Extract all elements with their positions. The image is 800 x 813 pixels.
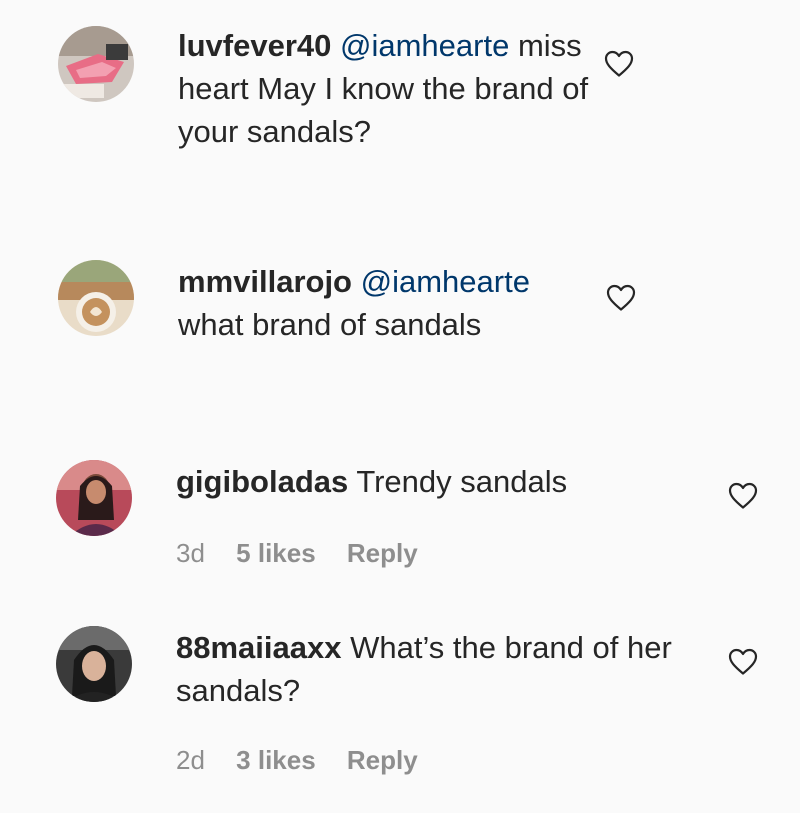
comment-text: 88maiiaaxx What’s the brand of her sanda…	[176, 626, 676, 712]
comment-time[interactable]: 2d	[176, 745, 205, 775]
comment-mention[interactable]: @iamhearte	[361, 264, 530, 299]
avatar[interactable]	[58, 26, 134, 102]
avatar[interactable]	[58, 260, 134, 336]
comment-likes[interactable]: 5 likes	[236, 538, 316, 568]
comment-body: Trendy sandals	[356, 464, 568, 499]
avatar[interactable]	[56, 460, 132, 536]
comment-username[interactable]: 88maiiaaxx	[176, 630, 341, 665]
comment-body: what brand of sandals	[178, 307, 482, 342]
comment-text: mmvillarojo @iamhearte what brand of san…	[178, 260, 638, 346]
comment-mention[interactable]: @iamhearte	[340, 28, 509, 63]
comment-meta: 2d 3 likes Reply	[176, 745, 442, 776]
comment-meta: 3d 5 likes Reply	[176, 538, 442, 569]
comment-time[interactable]: 3d	[176, 538, 205, 568]
comment-likes[interactable]: 3 likes	[236, 745, 316, 775]
comment-username[interactable]: luvfever40	[178, 28, 331, 63]
reply-button[interactable]: Reply	[347, 538, 418, 568]
comment-username[interactable]: gigiboladas	[176, 464, 348, 499]
heart-outline-icon[interactable]	[604, 50, 634, 78]
avatar[interactable]	[56, 626, 132, 702]
heart-outline-icon[interactable]	[728, 482, 758, 510]
comment-username[interactable]: mmvillarojo	[178, 264, 352, 299]
heart-outline-icon[interactable]	[606, 284, 636, 312]
comment-text: luvfever40 @iamhearte miss heart May I k…	[178, 24, 618, 153]
comment-text: gigiboladas Trendy sandals	[176, 460, 656, 503]
reply-button[interactable]: Reply	[347, 745, 418, 775]
heart-outline-icon[interactable]	[728, 648, 758, 676]
